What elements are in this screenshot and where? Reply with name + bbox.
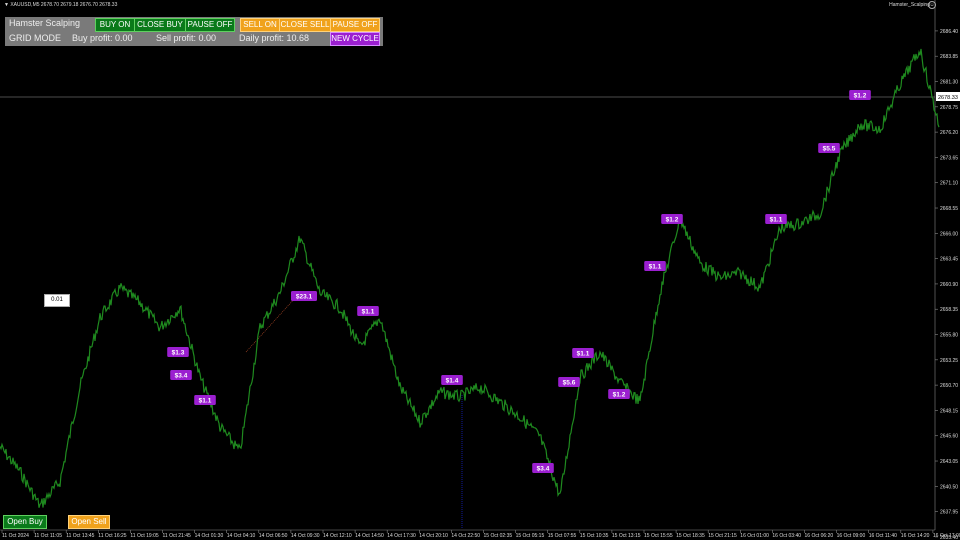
x-tick-label: 15 Oct 15:55 — [644, 533, 673, 539]
y-tick-label: 2660.90 — [940, 282, 958, 288]
profit-label: $1.1 — [770, 217, 783, 224]
open-buy-button[interactable]: Open Buy — [3, 515, 47, 529]
open-sell-button[interactable]: Open Sell — [68, 515, 110, 529]
x-tick-label: 14 Oct 20:10 — [419, 533, 448, 539]
x-tick-label: 11 Oct 21:45 — [163, 533, 191, 539]
y-tick-label: 2671.10 — [940, 181, 958, 187]
profit-label: $1.1 — [649, 264, 662, 271]
smiley-icon: ☺ — [928, 1, 936, 9]
x-tick-label: 14 Oct 17:30 — [387, 533, 416, 539]
new-cycle-button[interactable]: NEW CYCLE — [330, 32, 380, 46]
x-tick-label: 14 Oct 04:10 — [227, 533, 256, 539]
profit-label: $1.2 — [613, 392, 626, 399]
pause-off-buy-button[interactable]: PAUSE OFF — [185, 18, 235, 32]
y-tick-label: 2681.30 — [940, 80, 958, 86]
y-tick-label: 2658.35 — [940, 307, 958, 313]
profit-label: $3.4 — [175, 373, 188, 380]
x-tick-label: 15 Oct 07:55 — [548, 533, 577, 539]
x-tick-label: 11 Oct 11:05 — [34, 533, 62, 539]
x-tick-label: 11 Oct 16:25 — [98, 533, 126, 539]
y-tick-label: 2645.60 — [940, 434, 958, 440]
x-tick-label: 14 Oct 01:30 — [195, 533, 224, 539]
y-tick-label: 2673.65 — [940, 155, 958, 161]
y-tick-label: 2666.00 — [940, 231, 958, 237]
price-chart[interactable]: $1.3 $3.4 $1.1 $23.1 $1.1 $1.4 $3.4 $1.1 $5.6 $1.… — [0, 0, 960, 540]
lot-size-field[interactable]: 0.01 — [44, 294, 70, 307]
profit-label: $1.2 — [666, 217, 679, 224]
y-tick-label: 2643.05 — [940, 459, 958, 465]
y-tick-label: 2653.25 — [940, 358, 958, 364]
x-tick-label: 14 Oct 09:30 — [291, 533, 320, 539]
y-tick-label: 2640.50 — [940, 484, 958, 490]
profit-label: $5.5 — [823, 146, 836, 153]
x-tick-label: 11 Oct 13:45 — [66, 533, 94, 539]
close-buy-button[interactable]: CLOSE BUY — [134, 18, 186, 32]
y-tick-label: 2648.15 — [940, 408, 958, 414]
y-tick-label: 2683.85 — [940, 54, 958, 60]
y-tick-label: 2663.45 — [940, 257, 958, 263]
profit-label: $1.1 — [362, 309, 375, 316]
x-tick-label: 11 Oct 19:05 — [130, 533, 158, 539]
y-tick-label: 2650.70 — [940, 383, 958, 389]
x-tick-label: 16 Oct 06:20 — [805, 533, 834, 539]
trade-connector-line — [245, 296, 297, 353]
x-tick-label: 15 Oct 05:15 — [516, 533, 545, 539]
y-tick-label: 2668.55 — [940, 206, 958, 212]
profit-label: $1.1 — [199, 398, 212, 405]
profit-label: $1.3 — [172, 350, 185, 357]
x-tick-label: 11 Oct 2024 — [2, 533, 29, 539]
y-tick-label: 2676.20 — [940, 130, 958, 136]
sell-on-button[interactable]: SELL ON — [240, 18, 280, 32]
panel-title: Hamster Scalping — [9, 18, 81, 28]
grid-mode-label: GRID MODE — [9, 33, 62, 43]
x-tick-label: 16 Oct 01:00 — [740, 533, 769, 539]
symbol-header: ▼ XAUUSD,M5 2678.70 2679.18 2676.70 2678… — [4, 2, 118, 8]
y-tick-label: 2686.40 — [940, 29, 958, 35]
current-price-label: 2678.33 — [938, 95, 958, 101]
ea-name-label: Hamster_Scalping — [889, 2, 930, 8]
profit-label: $23.1 — [296, 294, 313, 301]
close-sell-button[interactable]: CLOSE SELL — [279, 18, 331, 32]
x-tick-label: 15 Oct 21:15 — [708, 533, 737, 539]
profit-label: $5.6 — [563, 380, 576, 387]
y-tick-label: 2637.95 — [940, 510, 958, 516]
x-tick-label: 14 Oct 22:50 — [451, 533, 480, 539]
profit-label: $1.2 — [854, 93, 867, 100]
profit-label: $1.1 — [577, 351, 590, 358]
x-tick-label: 15 Oct 02:35 — [484, 533, 513, 539]
y-tick-label: 2678.75 — [940, 105, 958, 111]
buy-profit-label: Buy profit: 0.00 — [72, 33, 133, 43]
x-tick-label: 14 Oct 06:50 — [259, 533, 288, 539]
x-tick-label: 15 Oct 10:35 — [580, 533, 609, 539]
y-tick-label: 2655.80 — [940, 333, 958, 339]
x-tick-label: 16 Oct 03:40 — [772, 533, 801, 539]
x-tick-label: 15 Oct 13:15 — [612, 533, 641, 539]
x-tick-label: 16 Oct 14:20 — [901, 533, 930, 539]
profit-label: $3.4 — [537, 466, 550, 473]
x-tick-label: 14 Oct 14:50 — [355, 533, 384, 539]
x-tick-label: 16 Oct 09:00 — [837, 533, 866, 539]
pause-off-sell-button[interactable]: PAUSE OFF — [330, 18, 380, 32]
daily-profit-label: Daily profit: 10.68 — [239, 33, 310, 43]
x-tick-label: 15 Oct 18:35 — [676, 533, 705, 539]
buy-on-button[interactable]: BUY ON — [95, 18, 135, 32]
x-tick-label: 16 Oct 17:00 — [933, 533, 960, 539]
x-tick-label: 14 Oct 12:10 — [323, 533, 352, 539]
control-panel: Hamster Scalping BUY ON CLOSE BUY PAUSE … — [5, 17, 383, 46]
price-series-line — [0, 48, 940, 508]
profit-label: $1.4 — [446, 378, 459, 385]
sell-profit-label: Sell profit: 0.00 — [156, 33, 217, 43]
x-tick-label: 16 Oct 11:40 — [869, 533, 897, 539]
